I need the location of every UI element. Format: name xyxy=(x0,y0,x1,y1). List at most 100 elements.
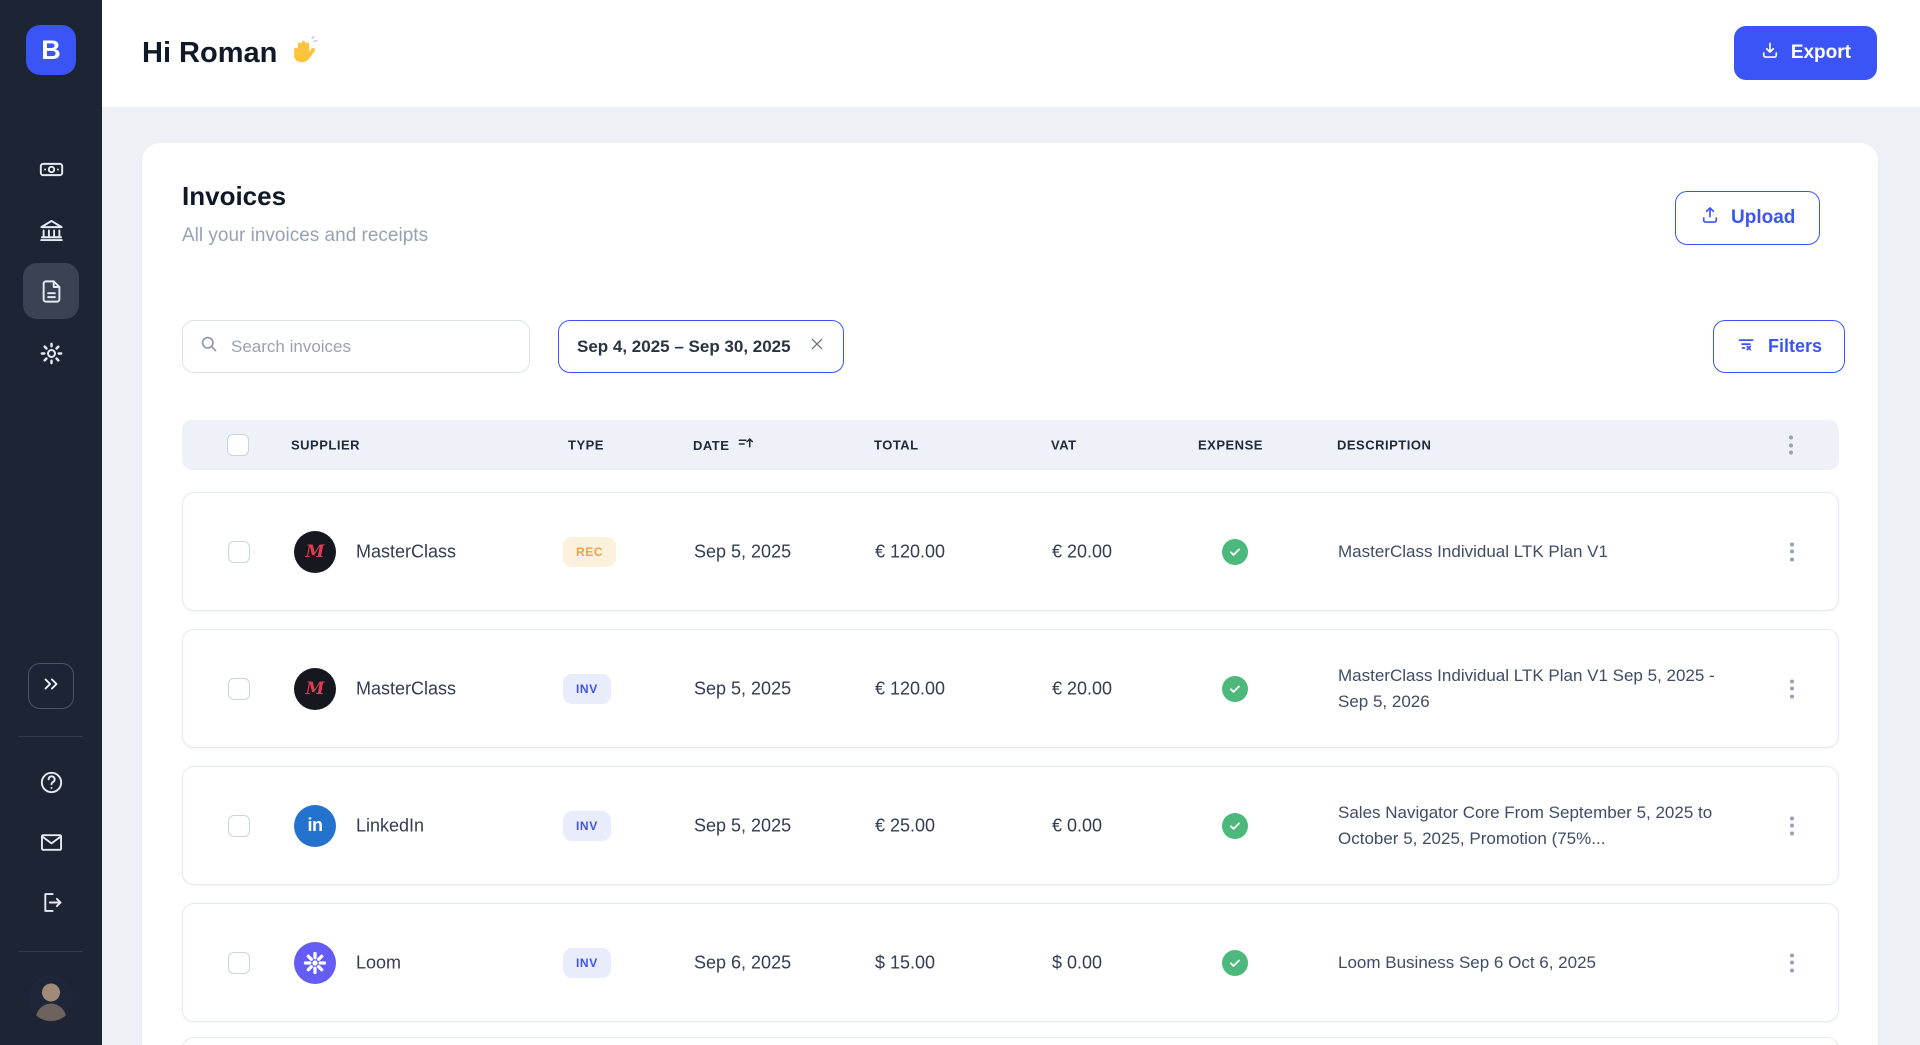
help-circle-icon xyxy=(38,769,65,796)
invoice-date: Sep 5, 2025 xyxy=(694,678,791,699)
column-type: TYPE xyxy=(568,438,604,453)
supplier-name: LinkedIn xyxy=(356,815,424,836)
table-row[interactable]: M MasterClass REC Sep 5, 2025 € 120.00 €… xyxy=(182,492,1839,611)
select-all-checkbox[interactable] xyxy=(227,434,249,456)
row-checkbox[interactable] xyxy=(228,952,250,974)
upload-button[interactable]: Upload xyxy=(1675,191,1820,245)
download-icon xyxy=(1760,40,1780,66)
invoice-date: Sep 6, 2025 xyxy=(694,952,791,973)
invoice-vat: € 0.00 xyxy=(1052,815,1102,836)
column-date[interactable]: DATE xyxy=(693,435,754,455)
invoice-date: Sep 5, 2025 xyxy=(694,815,791,836)
filter-clear-icon xyxy=(1736,334,1757,360)
masterclass-logo: M xyxy=(294,668,336,710)
row-options-kebab[interactable] xyxy=(1781,538,1803,565)
table-options-kebab[interactable] xyxy=(1780,432,1802,459)
sidebar-item-bank[interactable] xyxy=(0,217,102,244)
filters-label: Filters xyxy=(1768,336,1822,357)
row-checkbox[interactable] xyxy=(228,678,250,700)
invoice-description: MasterClass Individual LTK Plan V1 Sep 5… xyxy=(1338,663,1738,715)
search-input[interactable] xyxy=(231,337,513,357)
clear-date-filter-icon[interactable] xyxy=(809,336,825,357)
mail-icon xyxy=(38,829,65,856)
page-title: Invoices xyxy=(182,181,286,212)
supplier-name: MasterClass xyxy=(356,541,456,562)
invoice-description: Sales Navigator Core From September 5, 2… xyxy=(1338,800,1738,852)
main-content: Invoices All your invoices and receipts … xyxy=(102,107,1920,1045)
sidebar-item-invoices[interactable] xyxy=(0,278,102,305)
loom-logo xyxy=(294,942,336,984)
sidebar-expand-button[interactable] xyxy=(28,663,74,709)
top-header: Hi Roman Export xyxy=(102,0,1920,107)
table-row-partial[interactable] xyxy=(182,1037,1839,1045)
expense-paid-icon xyxy=(1222,676,1248,702)
row-checkbox[interactable] xyxy=(228,541,250,563)
date-range-label: Sep 4, 2025 – Sep 30, 2025 xyxy=(577,337,791,357)
export-button[interactable]: Export xyxy=(1734,26,1877,80)
table-row[interactable]: M MasterClass INV Sep 5, 2025 € 120.00 €… xyxy=(182,629,1839,748)
sidebar-item-logout[interactable] xyxy=(0,889,102,916)
sidebar-item-transactions[interactable] xyxy=(0,156,102,183)
sidebar-item-help[interactable] xyxy=(0,769,102,796)
upload-icon xyxy=(1700,205,1720,231)
sidebar-item-settings[interactable] xyxy=(0,340,102,367)
user-avatar[interactable] xyxy=(28,975,74,1021)
search-invoices-box xyxy=(182,320,530,373)
invoice-vat: € 20.00 xyxy=(1052,678,1112,699)
column-expense: EXPENSE xyxy=(1198,438,1263,453)
linkedin-logo: in xyxy=(294,805,336,847)
page-subtitle: All your invoices and receipts xyxy=(182,225,428,247)
expense-paid-icon xyxy=(1222,950,1248,976)
row-options-kebab[interactable] xyxy=(1781,949,1803,976)
sidebar-divider xyxy=(19,736,83,737)
app-logo[interactable]: B xyxy=(26,25,76,75)
search-icon xyxy=(199,334,219,359)
invoice-total: € 120.00 xyxy=(875,541,945,562)
table-row[interactable]: in LinkedIn INV Sep 5, 2025 € 25.00 € 0.… xyxy=(182,766,1839,885)
invoice-total: € 120.00 xyxy=(875,678,945,699)
column-total: TOTAL xyxy=(874,438,919,453)
row-options-kebab[interactable] xyxy=(1781,675,1803,702)
upload-label: Upload xyxy=(1731,207,1795,229)
date-range-filter-chip[interactable]: Sep 4, 2025 – Sep 30, 2025 xyxy=(558,320,844,373)
type-badge: INV xyxy=(563,948,611,978)
type-badge: REC xyxy=(563,537,616,567)
expense-paid-icon xyxy=(1222,813,1248,839)
column-vat: VAT xyxy=(1051,438,1077,453)
table-row[interactable]: Loom INV Sep 6, 2025 $ 15.00 $ 0.00 Loom… xyxy=(182,903,1839,1022)
export-label: Export xyxy=(1791,42,1851,64)
invoice-vat: $ 0.00 xyxy=(1052,952,1102,973)
document-icon xyxy=(38,278,65,305)
bank-icon xyxy=(38,217,65,244)
sidebar-item-inbox[interactable] xyxy=(0,829,102,856)
expense-paid-icon xyxy=(1222,539,1248,565)
invoice-description: Loom Business Sep 6 Oct 6, 2025 xyxy=(1338,950,1738,976)
supplier-name: Loom xyxy=(356,952,401,973)
invoice-vat: € 20.00 xyxy=(1052,541,1112,562)
supplier-name: MasterClass xyxy=(356,678,456,699)
table-header: SUPPLIER TYPE DATE TOTAL VAT EXPENSE DES… xyxy=(182,420,1839,470)
invoice-date: Sep 5, 2025 xyxy=(694,541,791,562)
banknote-icon xyxy=(38,156,65,183)
type-badge: INV xyxy=(563,674,611,704)
page-greeting: Hi Roman xyxy=(142,35,319,73)
gear-icon xyxy=(38,340,65,367)
invoice-description: MasterClass Individual LTK Plan V1 xyxy=(1338,539,1738,565)
column-description: DESCRIPTION xyxy=(1337,438,1431,453)
column-supplier: SUPPLIER xyxy=(291,438,360,453)
sort-icon[interactable] xyxy=(737,435,754,455)
invoice-total: $ 15.00 xyxy=(875,952,935,973)
invoices-panel: Invoices All your invoices and receipts … xyxy=(142,143,1878,1045)
greeting-text: Hi Roman xyxy=(142,37,277,70)
row-checkbox[interactable] xyxy=(228,815,250,837)
masterclass-logo: M xyxy=(294,531,336,573)
chevrons-right-icon xyxy=(40,673,62,700)
type-badge: INV xyxy=(563,811,611,841)
wave-emoji xyxy=(289,35,319,73)
filters-button[interactable]: Filters xyxy=(1713,320,1845,373)
logout-icon xyxy=(38,889,65,916)
sidebar-divider xyxy=(19,951,83,952)
invoice-total: € 25.00 xyxy=(875,815,935,836)
row-options-kebab[interactable] xyxy=(1781,812,1803,839)
sidebar: B xyxy=(0,0,102,1045)
